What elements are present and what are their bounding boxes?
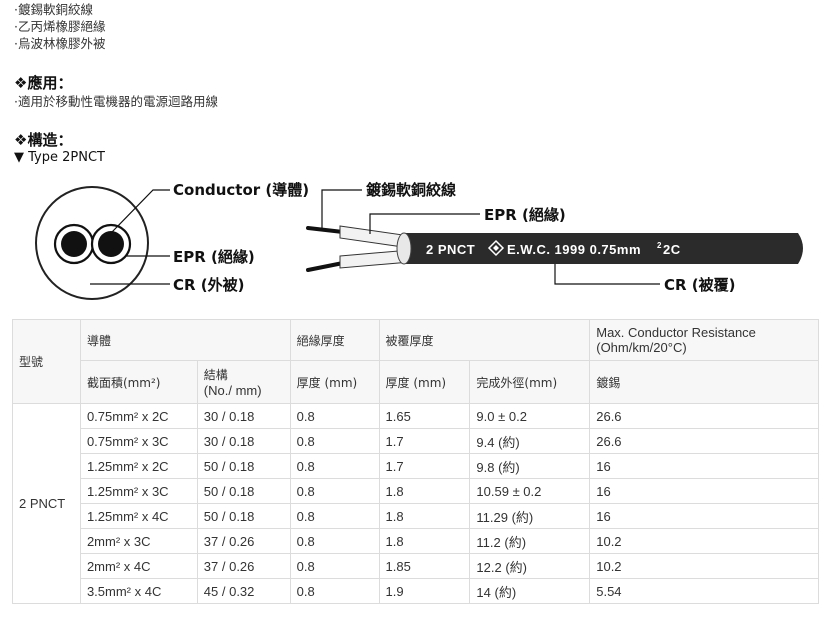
table-row: 2mm² x 3C 37 / 0.26 0.8 1.8 11.2 (約) 10.… bbox=[13, 528, 819, 554]
cross-section bbox=[35, 186, 149, 300]
cell-insulation: 0.8 bbox=[289, 453, 380, 479]
cell-od: 9.8 (約) bbox=[469, 453, 591, 479]
cell-area: 0.75mm² x 3C bbox=[79, 428, 198, 454]
cell-area: 1.25mm² x 2C bbox=[79, 453, 198, 479]
print-type: 2 PNCT bbox=[426, 242, 475, 257]
cell-resistance: 5.54 bbox=[589, 578, 819, 604]
cell-insulation: 0.8 bbox=[289, 428, 380, 454]
cr-label-left: CR (外被) bbox=[173, 276, 245, 294]
cell-area: 1.25mm² x 3C bbox=[79, 478, 198, 504]
cell-sheath: 1.8 bbox=[378, 528, 471, 554]
cell-sheath: 1.85 bbox=[378, 553, 471, 579]
feature-item: ·烏波林橡膠外被 bbox=[14, 36, 106, 51]
cell-area: 1.25mm² x 4C bbox=[79, 503, 198, 529]
cell-od: 9.4 (約) bbox=[469, 428, 591, 454]
feature-item: ·乙丙烯橡膠絕緣 bbox=[14, 19, 106, 34]
cell-structure: 50 / 0.18 bbox=[196, 503, 291, 529]
header-structure-line1: 結構 bbox=[203, 368, 228, 382]
print-superscript: 2 bbox=[657, 241, 662, 250]
conductor-label: Conductor (導體) bbox=[173, 181, 309, 199]
cell-area: 3.5mm² x 4C bbox=[79, 578, 198, 604]
cell-od: 11.2 (約) bbox=[469, 528, 591, 554]
cable-diagram: Conductor (導體) EPR (絕緣) CR (外被) 2 PNCT E… bbox=[35, 181, 803, 300]
cell-od: 10.59 ± 0.2 bbox=[469, 478, 591, 504]
header-conductor: 導體 bbox=[79, 319, 291, 361]
table-row: 1.25mm² x 3C 50 / 0.18 0.8 1.8 10.59 ± 0… bbox=[13, 478, 819, 504]
cell-structure: 45 / 0.32 bbox=[196, 578, 291, 604]
header-insulation: 絕緣厚度 bbox=[289, 319, 380, 361]
conductor-circle-left bbox=[61, 231, 87, 257]
model-cell: 2 PNCT bbox=[12, 403, 81, 604]
cell-structure: 50 / 0.18 bbox=[196, 478, 291, 504]
cell-area: 0.75mm² x 2C bbox=[79, 403, 198, 429]
cell-od: 9.0 ± 0.2 bbox=[469, 403, 591, 429]
cell-resistance: 26.6 bbox=[589, 428, 819, 454]
cr-label-right: CR (被覆) bbox=[664, 276, 736, 294]
cell-structure: 37 / 0.26 bbox=[196, 553, 291, 579]
cell-sheath: 1.9 bbox=[378, 578, 471, 604]
header-outer-diameter: 完成外徑(mm) bbox=[469, 360, 591, 404]
header-area: 截面積(mm²) bbox=[79, 360, 198, 404]
strand-label: 鍍錫軟銅絞線 bbox=[365, 181, 456, 199]
feature-item: ·鍍錫軟銅絞線 bbox=[14, 2, 93, 17]
cell-sheath: 1.8 bbox=[378, 503, 471, 529]
epr-label-left: EPR (絕緣) bbox=[173, 248, 255, 266]
cell-insulation: 0.8 bbox=[289, 403, 380, 429]
cell-resistance: 16 bbox=[589, 478, 819, 504]
conductor-circle-right bbox=[98, 231, 124, 257]
cell-structure: 30 / 0.18 bbox=[196, 403, 291, 429]
cell-insulation: 0.8 bbox=[289, 528, 380, 554]
header-sheath: 被覆厚度 bbox=[378, 319, 591, 361]
cell-insulation: 0.8 bbox=[289, 578, 380, 604]
cell-area: 2mm² x 3C bbox=[79, 528, 198, 554]
header-insulation-thickness: 厚度 (mm) bbox=[289, 360, 380, 404]
cell-sheath: 1.7 bbox=[378, 453, 471, 479]
table-row: 2 PNCT 0.75mm² x 2C 30 / 0.18 0.8 1.65 9… bbox=[12, 403, 819, 604]
header-tinned: 鍍錫 bbox=[589, 360, 819, 404]
header-row-2: 截面積(mm²) 結構 (No./ mm) 厚度 (mm) 厚度 (mm) 完成… bbox=[12, 360, 819, 404]
application-title: ❖應用： bbox=[14, 74, 73, 92]
epr-label-right: EPR (絕緣) bbox=[484, 206, 566, 224]
application-text: ·適用於移動性電機器的電源迴路用線 bbox=[14, 94, 218, 109]
header-resistance-line1: Max. Conductor Resistance bbox=[596, 325, 756, 340]
cell-od: 14 (約) bbox=[469, 578, 591, 604]
spec-table: 型號 導體 絕緣厚度 被覆厚度 Max. Conductor Resistanc… bbox=[12, 319, 819, 604]
cell-resistance: 16 bbox=[589, 453, 819, 479]
table-row: 3.5mm² x 4C 45 / 0.32 0.8 1.9 14 (約) 5.5… bbox=[13, 578, 819, 604]
cell-structure: 50 / 0.18 bbox=[196, 453, 291, 479]
header-model: 型號 bbox=[12, 319, 81, 404]
header-structure-line2: (No./ mm) bbox=[203, 383, 262, 398]
cell-structure: 30 / 0.18 bbox=[196, 428, 291, 454]
table-row: 2mm² x 4C 37 / 0.26 0.8 1.85 12.2 (約) 10… bbox=[13, 553, 819, 579]
cell-od: 11.29 (約) bbox=[469, 503, 591, 529]
cell-sheath: 1.65 bbox=[378, 403, 471, 429]
cell-resistance: 10.2 bbox=[589, 553, 819, 579]
print-cores: 2C bbox=[663, 242, 681, 257]
cell-resistance: 16 bbox=[589, 503, 819, 529]
cell-od: 12.2 (約) bbox=[469, 553, 591, 579]
construction-title: ❖構造： bbox=[14, 131, 73, 149]
cell-insulation: 0.8 bbox=[289, 478, 380, 504]
table-row: 0.75mm² x 3C 30 / 0.18 0.8 1.7 9.4 (約) 2… bbox=[13, 428, 819, 454]
cell-resistance: 26.6 bbox=[589, 403, 819, 429]
header-sheath-thickness: 厚度 (mm) bbox=[378, 360, 471, 404]
cell-sheath: 1.7 bbox=[378, 428, 471, 454]
header-row-1: 型號 導體 絕緣厚度 被覆厚度 Max. Conductor Resistanc… bbox=[12, 319, 819, 404]
header-resistance-line2: (Ohm/km/20°C) bbox=[596, 340, 687, 355]
print-brand: E.W.C. 1999 0.75mm bbox=[507, 242, 641, 257]
cell-insulation: 0.8 bbox=[289, 503, 380, 529]
cable-side-view: 2 PNCT E.W.C. 1999 0.75mm 2 2C bbox=[306, 225, 803, 272]
header-structure: 結構 (No./ mm) bbox=[196, 360, 291, 404]
type-label: ▼ Type 2PNCT bbox=[14, 150, 105, 165]
table-row: 1.25mm² x 2C 50 / 0.18 0.8 1.7 9.8 (約) 1… bbox=[13, 453, 819, 479]
cell-structure: 37 / 0.26 bbox=[196, 528, 291, 554]
header-resistance: Max. Conductor Resistance (Ohm/km/20°C) bbox=[589, 319, 819, 361]
cell-area: 2mm² x 4C bbox=[79, 553, 198, 579]
cell-insulation: 0.8 bbox=[289, 553, 380, 579]
table-row: 1.25mm² x 4C 50 / 0.18 0.8 1.8 11.29 (約)… bbox=[13, 503, 819, 529]
cell-sheath: 1.8 bbox=[378, 478, 471, 504]
cell-resistance: 10.2 bbox=[589, 528, 819, 554]
